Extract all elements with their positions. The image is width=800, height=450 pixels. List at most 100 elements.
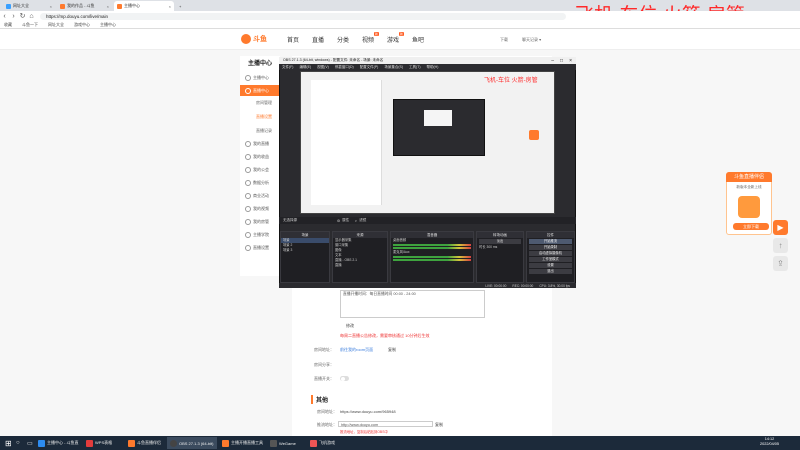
source-item[interactable]: 直播: [333, 263, 387, 268]
maximize-icon[interactable]: □: [560, 58, 563, 64]
schedule-note: 直播开播时间：每日直播时间 00:00 - 24:00: [343, 292, 416, 296]
nav-fishbar[interactable]: 鱼吧: [412, 35, 424, 44]
download-link[interactable]: 下载: [500, 37, 508, 43]
taskbar-item-wps[interactable]: WPS表格: [83, 437, 123, 449]
start-recording-button[interactable]: 开始录制: [529, 245, 572, 250]
tab-1[interactable]: 我的作品 - 斗鱼 ×: [57, 1, 112, 11]
sidebar-item-home[interactable]: 主播中心: [240, 72, 280, 83]
tab-2[interactable]: 主播中心 ×: [114, 1, 174, 11]
tab-0[interactable]: 网址大全 ×: [3, 1, 55, 11]
taskbar-item-game[interactable]: 飞机游戏: [307, 437, 345, 449]
share-icon[interactable]: ⇪: [773, 256, 788, 271]
copy-push-button[interactable]: 复制: [435, 422, 443, 428]
sidebar-item-mylive[interactable]: 我的直播: [240, 138, 280, 149]
start-streaming-button[interactable]: 开始推流: [529, 239, 572, 244]
room-url-label: 房间地址：: [317, 409, 337, 414]
close-icon[interactable]: ×: [169, 4, 171, 9]
nav-live[interactable]: 直播: [312, 35, 324, 44]
site-logo[interactable]: 斗鱼: [241, 32, 271, 45]
live-toggle[interactable]: [340, 376, 349, 381]
obs-menu-tools[interactable]: 工具(T): [409, 65, 420, 70]
sidebar-item-video[interactable]: 我的视频: [240, 203, 280, 214]
settings-button[interactable]: 设置: [529, 263, 572, 268]
notice-warning: 每周二直播公告修改，需要审核通过 10分钟后生效: [340, 333, 430, 338]
taskbar-item-obs[interactable]: OBS 27.1.3 (64-bit): [167, 437, 217, 449]
sidebar-item-guild[interactable]: 我的公会: [240, 164, 280, 175]
sidebar-item-data[interactable]: 数据分析: [240, 177, 280, 188]
gear-icon[interactable]: ⚙: [337, 219, 340, 223]
scene-item[interactable]: 场景 3: [281, 248, 329, 253]
studio-mode-button[interactable]: 工作室模式: [529, 257, 572, 262]
obs-title: OBS 27.1.3 (64-bit, windows) - 配置文件: 未命名…: [283, 58, 384, 62]
obs-menu-scenes[interactable]: 场景集合(S): [384, 65, 403, 70]
obs-menu-profile[interactable]: 配置文件(P): [360, 65, 379, 70]
sidebar-sub-settings[interactable]: 直播设置: [256, 114, 272, 120]
push-url-input[interactable]: http://www.douyu.com: [338, 421, 433, 427]
bookmark-item[interactable]: 主播中心: [100, 22, 116, 28]
schedule-textarea[interactable]: 直播开播时间：每日直播时间 00:00 - 24:00: [340, 290, 485, 318]
exit-button[interactable]: 退出: [529, 269, 572, 274]
minimize-icon[interactable]: –: [551, 58, 554, 64]
obs-menu-file[interactable]: 文件(F): [282, 65, 293, 70]
bookmark-item[interactable]: 网址大全: [48, 22, 64, 28]
tab-label: 主播中心: [124, 3, 140, 8]
close-icon[interactable]: ×: [50, 4, 52, 9]
close-icon[interactable]: ×: [569, 58, 572, 64]
obs-menu-docks[interactable]: 停靠窗口(D): [335, 65, 354, 70]
sidebar-item-business[interactable]: 商业活动: [240, 190, 280, 201]
sidebar-item-income[interactable]: 我的收益: [240, 151, 280, 162]
transition-select[interactable]: 淡出: [479, 239, 521, 244]
tab-label: 网址大全: [13, 3, 29, 8]
transition-duration[interactable]: 时长 300 ms: [477, 245, 523, 250]
back-icon[interactable]: ‹: [0, 13, 9, 20]
obs-menu-help[interactable]: 帮助(H): [427, 65, 439, 70]
forward-icon[interactable]: ›: [9, 13, 18, 20]
room-link[interactable]: 前往我的room页面: [340, 347, 373, 353]
system-clock[interactable]: 14:12 2022/04/05: [760, 437, 779, 447]
sidebar-item-academy[interactable]: 主播学院: [240, 229, 280, 240]
nav-home[interactable]: 首页: [287, 35, 299, 44]
taskbar-item-tool[interactable]: 主播开播直播工具: [219, 437, 265, 449]
copy-link-button[interactable]: 复制: [388, 347, 396, 353]
nav-video[interactable]: 视频 新: [362, 32, 380, 44]
sidebar-sub-records[interactable]: 直播记录: [256, 128, 272, 134]
play-icon[interactable]: ▶: [773, 220, 788, 235]
arrow-up-icon[interactable]: ↑: [773, 238, 788, 253]
notice-edit-link[interactable]: 修改: [346, 323, 354, 329]
bookmark-item[interactable]: 收藏: [4, 22, 12, 28]
bookmark-item[interactable]: 游戏中心: [74, 22, 90, 28]
task-view-icon[interactable]: ▭: [24, 437, 34, 449]
obs-menubar: 文件(F) 编辑(E) 视图(V) 停靠窗口(D) 配置文件(P) 场景集合(S…: [279, 64, 576, 70]
address-bar: ‹ › ↻ ⌂ https://mp.douyu.com/live/main: [0, 11, 800, 21]
virtual-camera-button[interactable]: 启动虚拟摄像机: [529, 251, 572, 256]
sidebar-sub-room[interactable]: 房间管理: [256, 100, 272, 106]
filters-button[interactable]: 滤镜: [359, 218, 366, 223]
sidebar-item-admins[interactable]: 我的房管: [240, 216, 280, 227]
taskbar-item-browser[interactable]: 主播中心 - 斗鱼直: [35, 437, 81, 449]
user-menu[interactable]: 聊天记录 ▾: [522, 37, 541, 43]
search-icon[interactable]: ○: [13, 437, 23, 449]
sidebar-item-live[interactable]: 直播中心: [240, 85, 280, 96]
bookmark-item[interactable]: 斗鱼一下: [22, 22, 38, 28]
properties-button[interactable]: 属性: [342, 218, 349, 223]
promo-text: 新版本全新上线: [736, 185, 762, 189]
audio-meter: [393, 244, 471, 246]
windows-start-icon[interactable]: ⊞: [2, 437, 12, 449]
reload-icon[interactable]: ↻: [18, 12, 27, 20]
obs-menu-view[interactable]: 视图(V): [317, 65, 329, 70]
download-button[interactable]: 立即下载: [733, 223, 769, 230]
close-icon[interactable]: ×: [107, 4, 109, 9]
nav-category[interactable]: 分类: [337, 35, 349, 44]
new-tab-button[interactable]: +: [176, 1, 186, 11]
nav-game[interactable]: 游戏 新: [387, 32, 405, 44]
filter-icon[interactable]: ◐: [355, 219, 357, 223]
url-input[interactable]: https://mp.douyu.com/live/main: [40, 12, 566, 20]
taskbar-item-wegame[interactable]: WeGame: [267, 437, 305, 449]
no-source-label: 无选择源: [283, 218, 297, 222]
obs-menu-edit[interactable]: 编辑(E): [299, 65, 311, 70]
obs-preview[interactable]: 飞机-车位 火箭-房管: [300, 71, 555, 214]
sidebar-item-livesettings[interactable]: 直播设置: [240, 242, 280, 253]
sidebar-title: 主播中心: [248, 61, 273, 67]
home-icon[interactable]: ⌂: [27, 13, 36, 20]
taskbar-item-douyu[interactable]: 斗鱼直播伴侣: [125, 437, 165, 449]
